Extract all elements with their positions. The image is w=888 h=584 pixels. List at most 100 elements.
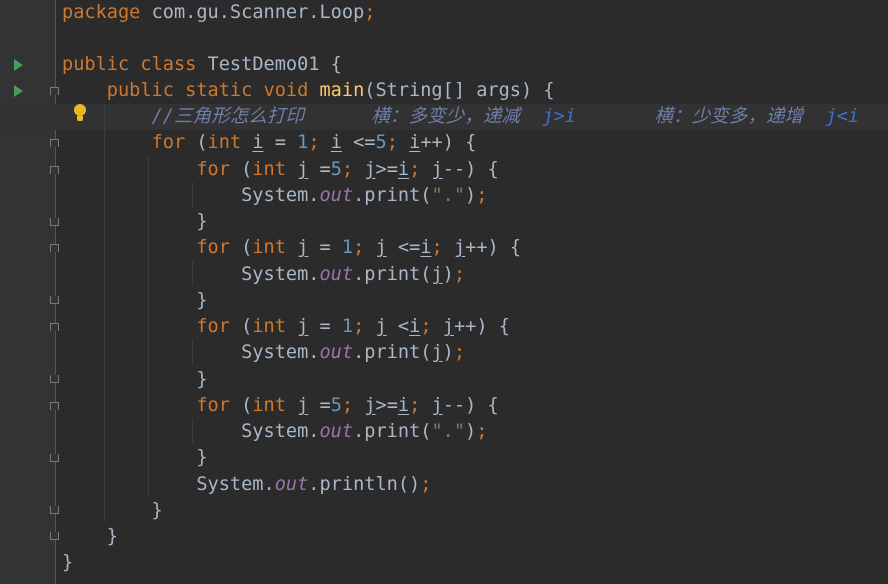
code-line[interactable]: package com.gu.Scanner.Loop; — [62, 0, 375, 26]
code-line[interactable]: for (int j =5; j>=i; j--) { — [62, 157, 499, 183]
fold-marker-icon[interactable] — [50, 139, 59, 147]
code-text: = — [263, 132, 298, 153]
code-line[interactable]: System.out.print("."); — [62, 419, 487, 445]
code-text: = — [308, 316, 342, 337]
code-line[interactable]: } — [62, 445, 208, 471]
code-line[interactable]: } — [62, 524, 118, 550]
variable-token: j — [375, 316, 387, 337]
code-text: --) { — [442, 159, 499, 180]
code-line[interactable]: System.out.print(j); — [62, 262, 465, 288]
code-line[interactable]: } — [62, 550, 73, 576]
static-field-token: out — [319, 342, 354, 363]
code-line[interactable]: //三角形怎么打印 横：多变少，递减 j>i 横：少变多，递增 j<i — [62, 104, 860, 130]
code-text: = — [308, 395, 331, 416]
keyword-token: for — [196, 237, 230, 258]
code-text: System. — [62, 264, 320, 285]
run-main-icon[interactable] — [14, 85, 23, 97]
fold-marker-icon[interactable] — [50, 87, 59, 95]
code-line[interactable]: public static void main(String[] args) { — [62, 78, 555, 104]
code-line[interactable]: for (int j = 1; j <=i; j++) { — [62, 235, 521, 261]
number-token: 1 — [297, 132, 309, 153]
code-text: ( — [229, 316, 253, 337]
keyword-token: public static void — [106, 80, 309, 101]
keyword-token: ; — [476, 421, 488, 442]
code-text: ) — [465, 421, 477, 442]
fold-marker-icon[interactable] — [50, 402, 59, 410]
keyword-token: ; — [409, 159, 421, 180]
fold-marker-icon[interactable] — [50, 166, 59, 174]
keyword-token: ; — [431, 237, 443, 258]
code-line[interactable]: System.out.println(); — [62, 472, 431, 498]
fold-marker-icon[interactable] — [50, 506, 59, 514]
code-text: System. — [62, 185, 320, 206]
code-line[interactable]: } — [62, 209, 207, 235]
code-line[interactable]: } — [62, 288, 207, 314]
keyword-token: ; — [453, 264, 466, 285]
keyword-token: ; — [476, 185, 488, 206]
code-line[interactable]: } — [62, 367, 207, 393]
keyword-token: ; — [341, 159, 354, 180]
code-text: ( — [229, 395, 253, 416]
code-line[interactable]: for (int i = 1; i <=5; i++) { — [62, 130, 477, 156]
fold-marker-icon[interactable] — [50, 244, 59, 252]
code-text: com.gu.Scanner.Loop — [140, 2, 365, 23]
keyword-token: int — [207, 132, 242, 153]
code-text: } — [62, 447, 208, 468]
fold-marker-icon[interactable] — [50, 323, 59, 331]
code-text: ++) { — [453, 316, 510, 337]
code-line[interactable]: System.out.print(j); — [62, 340, 465, 366]
run-class-icon[interactable] — [14, 59, 23, 71]
code-text: } — [62, 500, 163, 521]
variable-token: i — [409, 132, 421, 153]
variable-token: i — [409, 316, 421, 337]
comment-token: //三角形怎么打印 横：多变少，递减 — [151, 106, 543, 127]
variable-token: i — [420, 237, 432, 258]
code-text: .print( — [353, 421, 432, 442]
code-text: ++) { — [420, 132, 477, 153]
keyword-token: ; — [453, 342, 466, 363]
fold-marker-icon[interactable] — [50, 532, 59, 540]
fold-marker-icon[interactable] — [50, 454, 59, 462]
code-line[interactable]: System.out.print("."); — [62, 183, 487, 209]
variable-token: j — [431, 395, 443, 416]
keyword-token: ; — [308, 132, 320, 153]
variable-token: j — [364, 159, 376, 180]
fold-marker-icon[interactable] — [50, 296, 59, 304]
code-text: ) — [442, 264, 454, 285]
code-text: ++) { — [465, 237, 522, 258]
keyword-token: int — [252, 395, 286, 416]
fold-marker-icon[interactable] — [50, 375, 59, 383]
variable-token: j — [297, 395, 309, 416]
variable-token: j — [453, 237, 466, 258]
code-line[interactable]: for (int j = 1; j <i; j++) { — [62, 314, 510, 340]
fold-marker-icon[interactable] — [50, 218, 59, 226]
code-text: ( — [185, 132, 208, 153]
code-text: System. — [62, 474, 275, 495]
keyword-token: int — [252, 237, 286, 258]
comment-token: j<i — [825, 106, 860, 127]
keyword-token: ; — [364, 2, 376, 23]
code-text: .println() — [308, 474, 421, 495]
code-line[interactable]: } — [62, 498, 163, 524]
string-token: "." — [431, 421, 466, 442]
keyword-token: ; — [386, 132, 398, 153]
code-line[interactable]: for (int j =5; j>=i; j--) { — [62, 393, 498, 419]
code-editor[interactable]: package com.gu.Scanner.Loop; public clas… — [0, 0, 888, 584]
code-text: = — [308, 237, 342, 258]
code-line[interactable]: public class TestDemo01 { — [62, 52, 342, 78]
number-token: 5 — [330, 395, 342, 416]
